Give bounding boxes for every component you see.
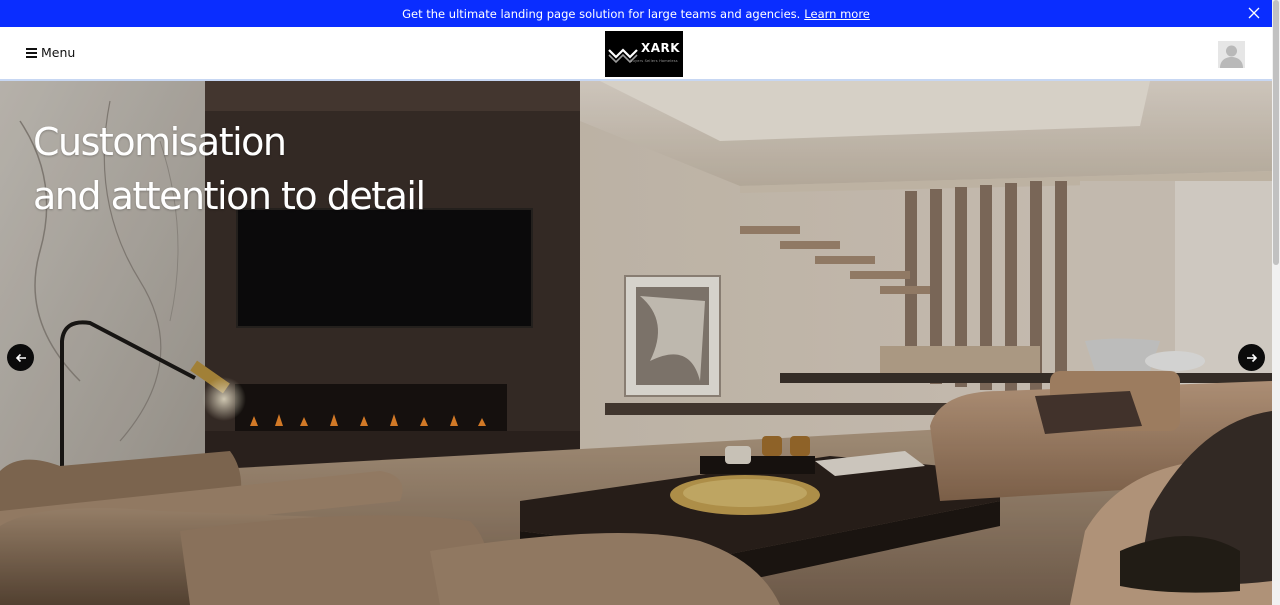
site-logo[interactable]: XARK Buyers Sellers Homeless	[605, 31, 683, 77]
arrow-left-icon	[15, 353, 26, 362]
hero-title-line-2: and attention to detail	[33, 174, 426, 218]
logo-brand: XARK	[641, 41, 681, 55]
site-header: Menu XARK Buyers Sellers Homeless	[0, 27, 1272, 81]
logo-tagline: Buyers Sellers Homeless	[630, 59, 678, 63]
promo-text: Get the ultimate landing page solution f…	[402, 6, 801, 21]
avatar-icon	[1218, 41, 1245, 68]
hero-title-line-1: Customisation	[33, 120, 287, 164]
menu-label: Menu	[41, 45, 76, 60]
menu-button[interactable]: Menu	[26, 45, 75, 60]
page-scrollbar[interactable]	[1272, 0, 1280, 605]
close-icon[interactable]	[1246, 5, 1262, 21]
menu-icon	[26, 48, 37, 58]
slider-next-button[interactable]	[1238, 344, 1265, 371]
promo-learn-more-link[interactable]: Learn more	[804, 7, 870, 21]
user-avatar[interactable]	[1218, 41, 1245, 68]
hero-slider: Customisation and attention to detail	[0, 81, 1272, 605]
scrollbar-thumb[interactable]	[1273, 0, 1279, 265]
slider-prev-button[interactable]	[7, 344, 34, 371]
arrow-right-icon	[1246, 353, 1257, 362]
promo-banner: Get the ultimate landing page solution f…	[0, 0, 1272, 27]
hero-title: Customisation and attention to detail	[33, 115, 426, 223]
